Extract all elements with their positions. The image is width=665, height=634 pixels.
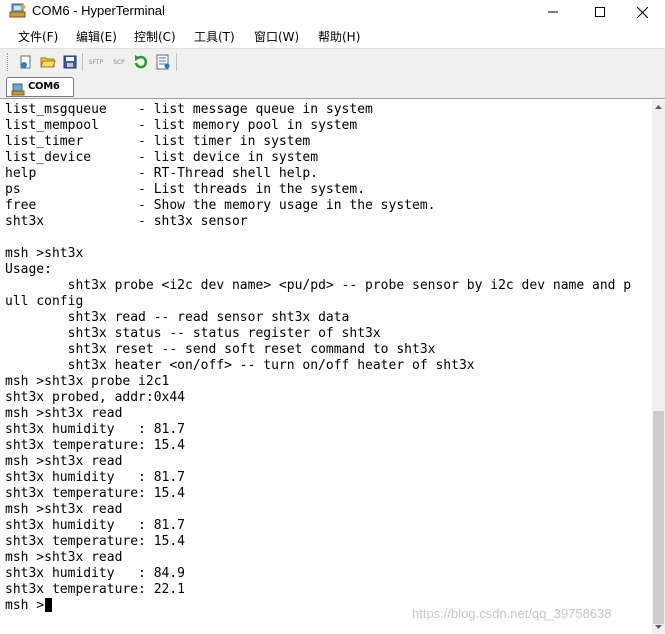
menu-edit[interactable]: 编辑(E) (76, 28, 117, 45)
chevron-down-icon (655, 625, 662, 629)
terminal-line: sht3x heater <on/off> -- turn on/off hea… (5, 358, 475, 373)
terminal-line: sht3x humidity : 84.9 (5, 566, 186, 581)
scroll-up-button[interactable] (652, 100, 665, 114)
title-bar: COM6 - HyperTerminal (0, 0, 665, 24)
open-folder-icon (40, 57, 56, 68)
terminal-line: list_mempool - list memory pool in syste… (5, 118, 358, 133)
scrollbar-thumb[interactable] (653, 411, 664, 624)
scp-button[interactable]: SCP (109, 53, 129, 71)
menu-bar: 文件(F) 编辑(E) 控制(C) 工具(T) 窗口(W) 帮助(H) (0, 24, 665, 48)
terminal-line: msh >sht3x read (5, 454, 123, 469)
window-title: COM6 - HyperTerminal (32, 3, 165, 18)
menu-window[interactable]: 窗口(W) (254, 28, 299, 45)
menu-help[interactable]: 帮助(H) (318, 28, 360, 45)
open-button[interactable] (39, 53, 57, 71)
toolbar-separator (82, 53, 83, 71)
save-icon (63, 55, 77, 69)
menu-tools[interactable]: 工具(T) (194, 28, 235, 45)
menu-file[interactable]: 文件(F) (18, 28, 58, 45)
terminal-output[interactable]: list_msgqueue - list message queue in sy… (0, 100, 652, 634)
terminal-line: sht3x read -- read sensor sht3x data (5, 310, 350, 325)
maximize-icon (595, 7, 605, 17)
terminal-line: msh >sht3x read (5, 406, 123, 421)
properties-icon (156, 54, 170, 70)
menu-control[interactable]: 控制(C) (134, 28, 176, 45)
tab-label: COM6 (28, 81, 60, 92)
terminal-line: ps - List threads in the system. (5, 182, 366, 197)
new-connection-button[interactable] (17, 53, 35, 71)
chevron-up-icon (655, 105, 662, 109)
close-button[interactable] (619, 0, 665, 24)
terminal-line: sht3x reset -- send soft reset command t… (5, 342, 436, 357)
minimize-button[interactable] (530, 0, 576, 24)
terminal-line: sht3x temperature: 15.4 (5, 438, 186, 453)
reconnect-button[interactable] (132, 53, 150, 71)
save-button[interactable] (61, 53, 79, 71)
maximize-button[interactable] (577, 0, 623, 24)
text-cursor (45, 598, 52, 612)
hyperterminal-app-icon (9, 3, 27, 19)
toolbar-grip[interactable] (7, 53, 10, 71)
terminal-line: msh >sht3x read (5, 502, 123, 517)
session-icon (11, 81, 25, 96)
terminal-line: Usage: (5, 262, 52, 277)
terminal-line: free - Show the memory usage in the syst… (5, 198, 436, 213)
reconnect-icon (134, 55, 148, 69)
terminal-line: sht3x temperature: 15.4 (5, 486, 186, 501)
terminal-line: ull config (5, 294, 84, 309)
terminal-line: msh > (5, 598, 45, 613)
watermark-text: https://blog.csdn.net/qq_39758638 (412, 606, 612, 621)
toolbar-separator (176, 53, 177, 71)
session-tab-strip: COM6 (0, 75, 665, 99)
terminal-line: sht3x status -- status register of sht3x (5, 326, 381, 341)
close-icon (636, 6, 648, 18)
terminal-line: sht3x humidity : 81.7 (5, 422, 186, 437)
sftp-icon: SFTP (88, 58, 104, 66)
scp-icon: SCP (113, 58, 125, 66)
terminal-line: help - RT-Thread shell help. (5, 166, 319, 181)
vertical-scrollbar[interactable] (652, 100, 665, 634)
terminal-line: sht3x - sht3x sensor (5, 214, 248, 229)
terminal-line: sht3x temperature: 15.4 (5, 534, 186, 549)
minimize-icon (548, 11, 558, 13)
terminal-line: msh >sht3x read (5, 550, 123, 565)
terminal-line: msh >sht3x probe i2c1 (5, 374, 170, 389)
terminal-line: sht3x humidity : 81.7 (5, 470, 186, 485)
terminal-line: sht3x humidity : 81.7 (5, 518, 186, 533)
terminal-line: sht3x probe <i2c dev name> <pu/pd> -- pr… (5, 278, 632, 293)
scroll-down-button[interactable] (652, 620, 665, 634)
terminal-line: list_device - list device in system (5, 150, 319, 165)
toolbar: SFTP SCP (0, 48, 665, 75)
terminal-line: list_timer - list timer in system (5, 134, 311, 149)
sftp-button[interactable]: SFTP (86, 53, 106, 71)
new-connection-icon (20, 55, 31, 69)
terminal-line: msh >sht3x (5, 246, 84, 261)
terminal-line: sht3x temperature: 22.1 (5, 582, 186, 597)
tab-com6[interactable]: COM6 (6, 77, 74, 97)
properties-button[interactable] (154, 53, 172, 71)
terminal-line: sht3x probed, addr:0x44 (5, 390, 186, 405)
terminal-line: list_msgqueue - list message queue in sy… (5, 102, 373, 117)
